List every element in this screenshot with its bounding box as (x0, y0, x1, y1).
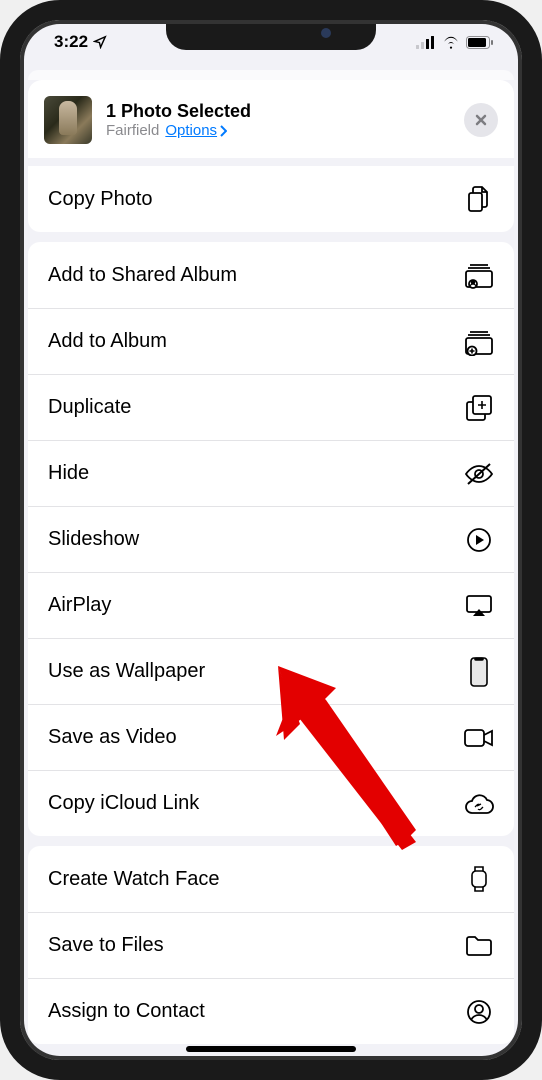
action-save-as-video[interactable]: Save as Video (28, 704, 514, 770)
row-label: Assign to Contact (48, 1000, 205, 1023)
video-icon (464, 728, 494, 748)
row-label: Save as Video (48, 726, 177, 749)
action-create-watch-face[interactable]: Create Watch Face (28, 846, 514, 912)
chevron-right-icon (219, 125, 227, 137)
action-slideshow[interactable]: Slideshow (28, 506, 514, 572)
action-use-as-wallpaper[interactable]: Use as Wallpaper (28, 638, 514, 704)
photo-thumbnail[interactable] (44, 96, 92, 144)
hide-icon (464, 462, 494, 486)
action-save-to-files[interactable]: Save to Files (28, 912, 514, 978)
row-label: Hide (48, 462, 89, 485)
row-label: Add to Album (48, 330, 167, 353)
share-sheet-header: 1 Photo Selected Fairfield Options (28, 80, 514, 158)
copy-photo-icon (464, 184, 494, 214)
row-label: Create Watch Face (48, 868, 220, 891)
options-link[interactable]: Options (165, 122, 227, 139)
action-airplay[interactable]: AirPlay (28, 572, 514, 638)
watch-icon (464, 865, 494, 893)
shared-album-icon (464, 261, 494, 289)
row-label: Copy iCloud Link (48, 792, 199, 815)
airplay-icon (464, 594, 494, 618)
add-album-icon (464, 328, 494, 356)
close-icon (474, 113, 488, 127)
play-circle-icon (464, 527, 494, 553)
action-duplicate[interactable]: Duplicate (28, 374, 514, 440)
row-label: Duplicate (48, 396, 131, 419)
row-label: AirPlay (48, 594, 111, 617)
close-button[interactable] (464, 103, 498, 137)
action-copy-photo[interactable]: Copy Photo (28, 166, 514, 232)
row-label: Use as Wallpaper (48, 660, 205, 683)
cellular-icon (416, 36, 436, 49)
duplicate-icon (464, 394, 494, 422)
cloud-link-icon (464, 793, 494, 815)
folder-icon (464, 935, 494, 957)
row-label: Copy Photo (48, 188, 153, 211)
location-label: Fairfield (106, 122, 159, 139)
action-copy-icloud-link[interactable]: Copy iCloud Link (28, 770, 514, 836)
row-label: Add to Shared Album (48, 264, 237, 287)
action-add-to-shared-album[interactable]: Add to Shared Album (28, 242, 514, 308)
action-add-to-album[interactable]: Add to Album (28, 308, 514, 374)
phone-icon (464, 657, 494, 687)
location-arrow-icon (93, 35, 107, 49)
status-time: 3:22 (54, 32, 88, 52)
action-hide[interactable]: Hide (28, 440, 514, 506)
battery-icon (466, 36, 494, 49)
contact-icon (464, 999, 494, 1025)
home-indicator[interactable] (186, 1046, 356, 1052)
row-label: Save to Files (48, 934, 164, 957)
wifi-icon (442, 35, 460, 49)
sheet-title: 1 Photo Selected (106, 101, 450, 122)
action-assign-to-contact[interactable]: Assign to Contact (28, 978, 514, 1044)
row-label: Slideshow (48, 528, 139, 551)
